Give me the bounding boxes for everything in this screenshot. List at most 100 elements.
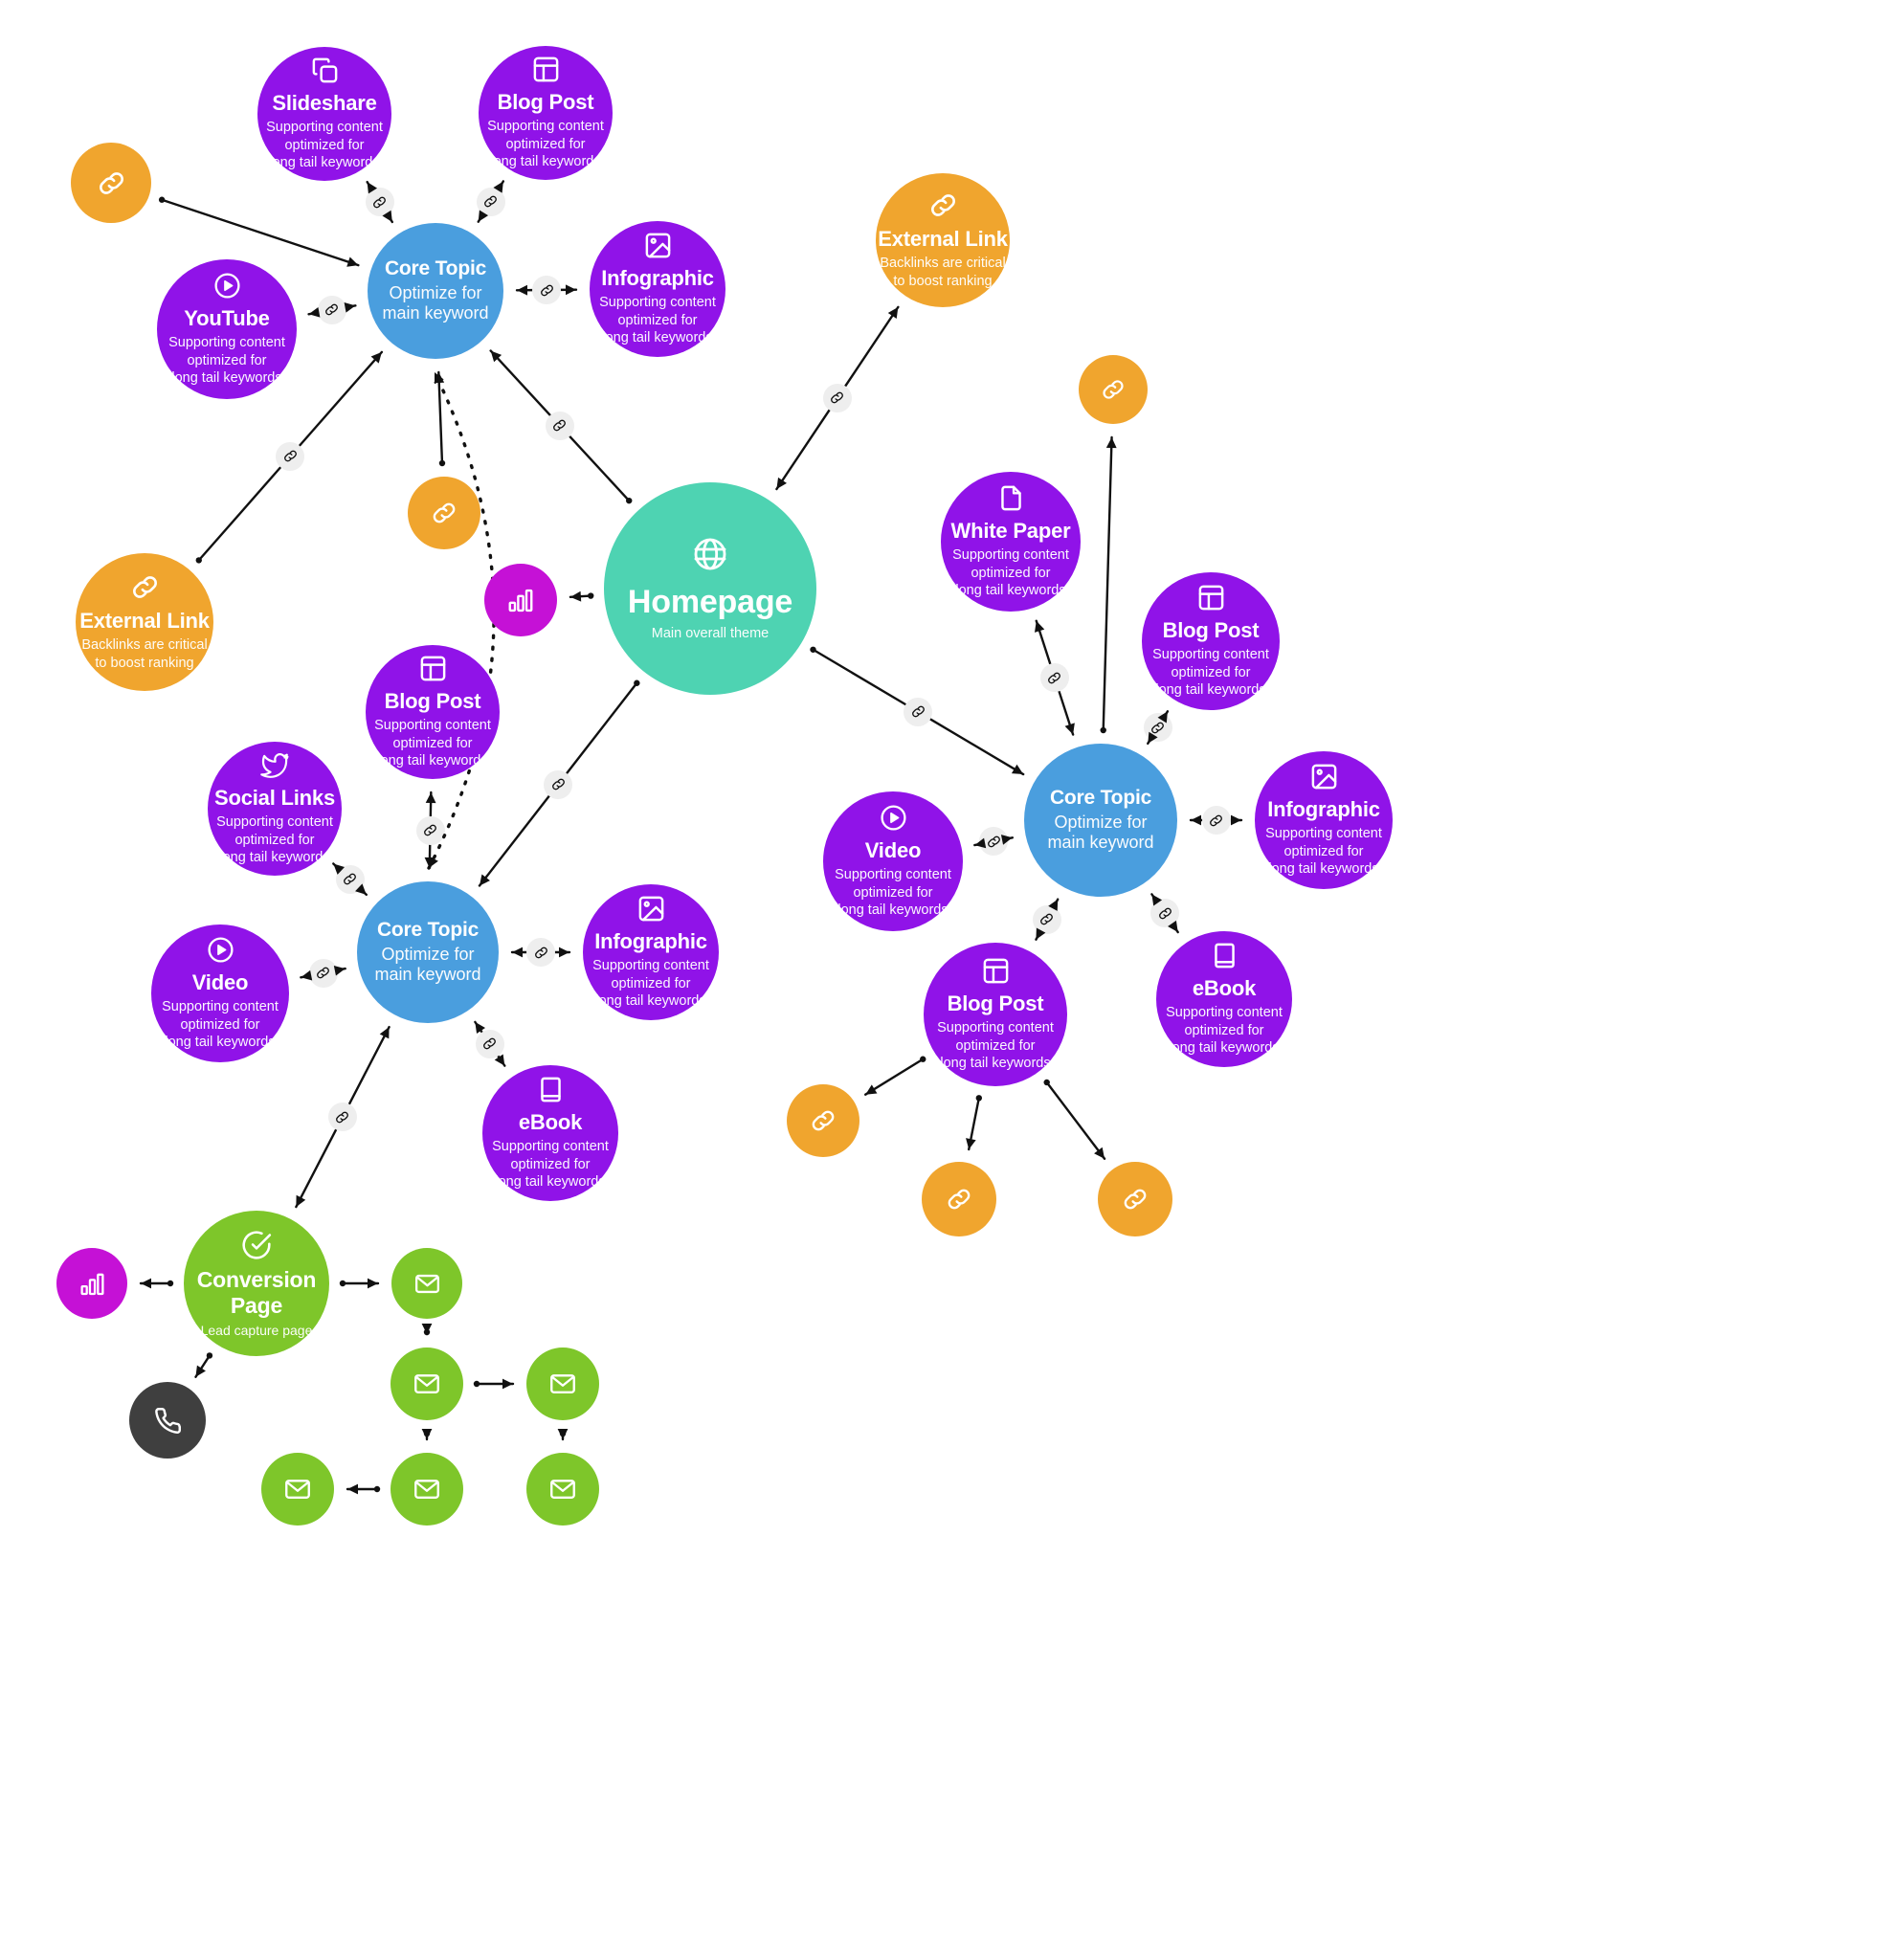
edge-mail-1-to-mail-2 xyxy=(421,1324,433,1336)
chip-analytics-chip-conversion[interactable] xyxy=(56,1248,127,1319)
chip-mail-3[interactable] xyxy=(526,1348,599,1420)
chip-mail-1[interactable] xyxy=(391,1248,462,1319)
node-title: Video xyxy=(864,837,922,862)
book-icon xyxy=(1210,941,1239,970)
node-conversionpage[interactable]: Conversion Page Lead capture page xyxy=(184,1211,329,1356)
node-ebook-left[interactable]: eBook Supporting content optimized for lo… xyxy=(482,1065,618,1201)
mail-icon xyxy=(283,1475,312,1503)
chip-mail-4[interactable] xyxy=(261,1453,334,1526)
node-title: Blog Post xyxy=(384,688,481,713)
edge-sociallinks-to-coretopic-left-bottom xyxy=(332,862,368,897)
link-marker-icon xyxy=(475,1029,504,1058)
chip-mail-5[interactable] xyxy=(391,1453,463,1526)
mail-icon xyxy=(413,1475,441,1503)
link-marker-icon xyxy=(545,411,574,440)
node-title: Blog Post xyxy=(497,89,594,114)
edge-blogpost-top-to-coretopic-left-top xyxy=(476,180,505,223)
node-coretopic-left-top[interactable]: Core Topic Optimize for main keyword xyxy=(368,223,503,359)
edge-coretopic-right-to-ebook-right xyxy=(1150,893,1180,934)
edge-coretopic-left-bottom-to-infographic-left xyxy=(510,938,571,967)
chip-link-chip-center[interactable] xyxy=(408,477,480,549)
edge-mail-3-to-mail-6 xyxy=(557,1429,569,1441)
edge-conversionpage-to-phone-chip xyxy=(194,1352,213,1378)
node-video-right[interactable]: Video Supporting content optimized for lo… xyxy=(823,791,963,931)
node-title: Homepage xyxy=(627,583,793,620)
chip-link-chip-topleft[interactable] xyxy=(71,143,151,223)
node-title: Core Topic xyxy=(376,919,480,942)
node-sociallinks[interactable]: Social Links Supporting content optimized… xyxy=(208,742,342,876)
chip-link-chip-bl2[interactable] xyxy=(922,1162,996,1236)
node-title: White Paper xyxy=(950,518,1071,543)
layout-icon xyxy=(981,956,1011,986)
link-marker-icon xyxy=(1032,904,1061,934)
book-icon xyxy=(536,1075,566,1104)
edge-homepage-to-externallink-topright xyxy=(775,305,900,491)
edge-coretopic-right-to-blogpost-bottomright xyxy=(1032,898,1061,941)
node-blogpost-bottomright[interactable]: Blog Post Supporting content optimized fo… xyxy=(924,943,1067,1086)
node-subtitle: Supporting content optimized for long ta… xyxy=(374,717,491,769)
link-marker-icon xyxy=(276,441,305,471)
link-marker-icon xyxy=(822,383,852,412)
node-infographic-top[interactable]: Infographic Supporting content optimized … xyxy=(590,221,725,357)
node-title: External Link xyxy=(79,609,210,634)
chip-link-chip-right[interactable] xyxy=(1079,355,1148,424)
twitter-icon xyxy=(259,750,290,780)
node-title: Conversion Page xyxy=(196,1266,317,1318)
image-icon xyxy=(636,894,666,924)
node-title: Social Links xyxy=(214,785,335,810)
node-subtitle: Main overall theme xyxy=(651,626,770,641)
node-ebook-right[interactable]: eBook Supporting content optimized for lo… xyxy=(1156,931,1292,1067)
node-coretopic-right[interactable]: Core Topic Optimize for main keyword xyxy=(1024,744,1177,897)
copy-icon xyxy=(310,56,340,85)
chip-mail-2[interactable] xyxy=(391,1348,463,1420)
node-subtitle: Supporting content optimized for long ta… xyxy=(487,118,604,170)
bar-chart-icon xyxy=(78,1270,106,1298)
chip-link-chip-bl3[interactable] xyxy=(1098,1162,1172,1236)
chip-phone-chip[interactable] xyxy=(129,1382,206,1459)
node-coretopic-left-bottom[interactable]: Core Topic Optimize for main keyword xyxy=(357,881,499,1023)
node-title: Infographic xyxy=(594,928,707,953)
node-subtitle: Supporting content optimized for long ta… xyxy=(492,1138,609,1191)
node-whitepaper[interactable]: White Paper Supporting content optimized … xyxy=(941,472,1081,612)
node-title: Infographic xyxy=(601,265,714,290)
check-circle-icon xyxy=(240,1229,273,1261)
chip-mail-6[interactable] xyxy=(526,1453,599,1526)
edge-homepage-to-coretopic-left-top xyxy=(489,349,633,504)
node-title: Slideshare xyxy=(272,90,377,115)
edge-coretopic-left-bottom-to-ebook-left xyxy=(474,1020,506,1067)
node-homepage[interactable]: Homepage Main overall theme xyxy=(604,482,816,695)
mail-icon xyxy=(413,1370,441,1398)
node-slideshare[interactable]: Slideshare Supporting content optimized f… xyxy=(257,47,391,181)
edge-link-chip-topleft-to-coretopic-left-top xyxy=(158,196,360,267)
node-subtitle: Supporting content optimized for long ta… xyxy=(266,119,383,171)
chip-analytics-chip-hub[interactable] xyxy=(484,564,557,636)
node-externallink-left[interactable]: External Link Backlinks are critical to b… xyxy=(76,553,213,691)
edge-video-left-to-coretopic-left-bottom xyxy=(300,958,346,988)
play-circle-icon xyxy=(212,271,242,301)
node-blogpost-mid[interactable]: Blog Post Supporting content optimized fo… xyxy=(366,645,500,779)
edge-conversionpage-to-analytics-chip-conversion xyxy=(139,1278,174,1289)
link-marker-icon xyxy=(979,827,1009,857)
chip-link-chip-bl1[interactable] xyxy=(787,1084,859,1157)
node-blogpost-top[interactable]: Blog Post Supporting content optimized fo… xyxy=(479,46,613,180)
node-video-left[interactable]: Video Supporting content optimized for lo… xyxy=(151,924,289,1062)
layout-icon xyxy=(1196,583,1226,612)
node-title: Blog Post xyxy=(947,991,1044,1015)
node-blogpost-right[interactable]: Blog Post Supporting content optimized fo… xyxy=(1142,572,1280,710)
node-infographic-right[interactable]: Infographic Supporting content optimized … xyxy=(1255,751,1393,889)
node-title: eBook xyxy=(518,1109,583,1134)
link-marker-icon xyxy=(1150,899,1180,928)
node-youtube[interactable]: YouTube Supporting content optimized for … xyxy=(157,259,297,399)
link-icon xyxy=(129,571,161,603)
node-title: Infographic xyxy=(1267,796,1380,821)
node-subtitle: Supporting content optimized for long ta… xyxy=(216,813,333,866)
edge-homepage-to-coretopic-right xyxy=(810,646,1025,776)
node-externallink-topright[interactable]: External Link Backlinks are critical to b… xyxy=(876,173,1010,307)
edge-blogpost-mid-to-coretopic-left-bottom xyxy=(415,791,445,870)
link-marker-icon xyxy=(1201,806,1231,835)
mail-icon xyxy=(548,1370,577,1398)
node-title: Video xyxy=(191,969,249,994)
edge-mail-5-to-mail-4 xyxy=(346,1483,381,1495)
image-icon xyxy=(1309,762,1339,791)
node-infographic-left[interactable]: Infographic Supporting content optimized … xyxy=(583,884,719,1020)
